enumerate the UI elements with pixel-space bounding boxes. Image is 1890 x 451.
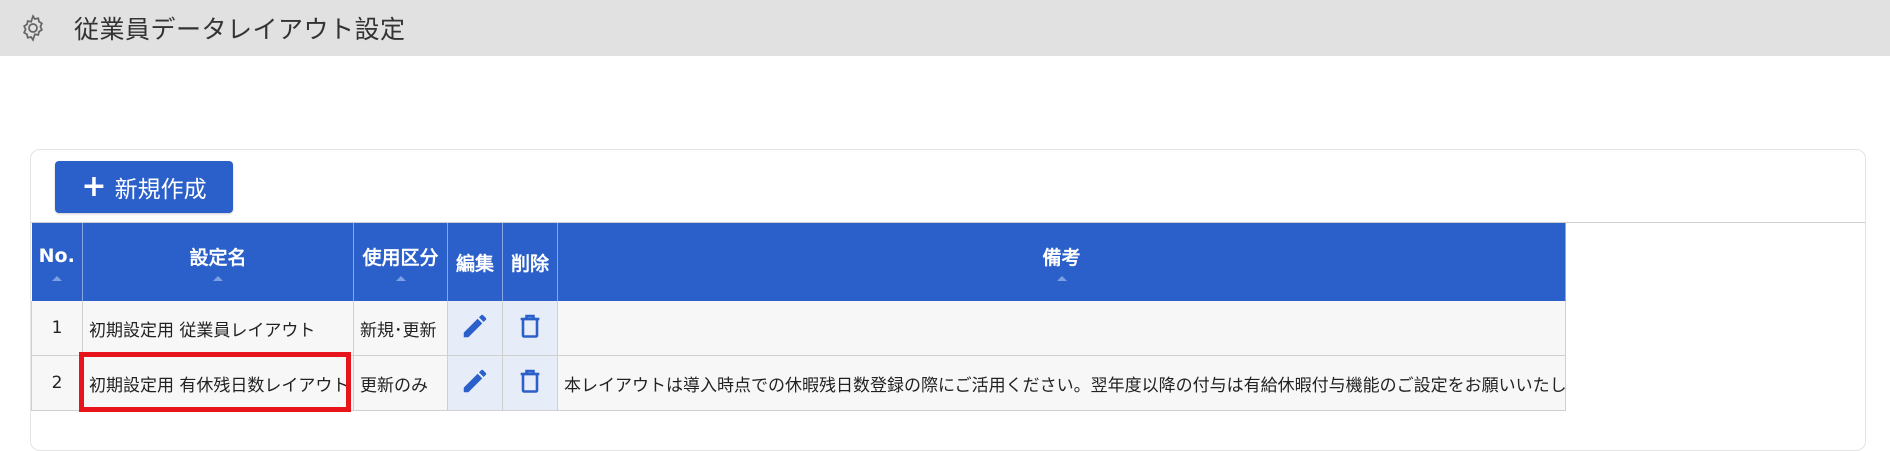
column-header-usage[interactable]: 使用区分 — [353, 223, 448, 301]
row-note: 本レイアウトは導入時点での休暇残日数登録の際にご活用ください。翌年度以降の付与は… — [557, 355, 1566, 411]
row-name: 初期設定用 有休残日数レイアウト — [82, 355, 354, 411]
sort-icon — [395, 276, 406, 281]
plus-icon: + — [81, 169, 107, 204]
table-header-row: No. 設定名 使用区分 編集 削除 備考 — [31, 223, 1566, 301]
pencil-icon[interactable] — [460, 369, 490, 401]
gear-icon[interactable] — [16, 11, 50, 45]
row-no: 2 — [31, 355, 83, 411]
page-title: 従業員データレイアウト設定 — [74, 15, 406, 44]
sort-icon — [1056, 276, 1067, 281]
page-header: 従業員データレイアウト設定 — [0, 0, 1890, 56]
new-layout-button-label: 新規作成 — [114, 177, 207, 203]
table-row: 1 初期設定用 従業員レイアウト 新規･更新 — [31, 301, 1566, 356]
edit-cell — [447, 355, 503, 411]
pencil-icon[interactable] — [460, 314, 490, 346]
table-row: 2 初期設定用 有休残日数レイアウト 更新のみ 本レイアウトは導入時点での休暇残… — [31, 355, 1566, 411]
row-name: 初期設定用 従業員レイアウト — [82, 301, 354, 356]
trash-icon[interactable] — [516, 369, 544, 401]
column-header-delete: 削除 — [502, 223, 558, 301]
edit-cell — [447, 301, 503, 356]
column-header-edit: 編集 — [447, 223, 503, 301]
row-no: 1 — [31, 301, 83, 356]
layout-table: No. 設定名 使用区分 編集 削除 備考 1 初期設定用 従業員レイアウト 新… — [31, 223, 1566, 411]
sort-icon — [51, 276, 62, 281]
row-usage: 新規･更新 — [353, 301, 448, 356]
row-note — [557, 301, 1566, 356]
delete-cell — [502, 301, 558, 356]
column-header-name[interactable]: 設定名 — [82, 223, 354, 301]
column-header-no[interactable]: No. — [31, 223, 83, 301]
row-usage: 更新のみ — [353, 355, 448, 411]
new-layout-button[interactable]: + 新規作成 — [55, 161, 233, 213]
sort-icon — [213, 276, 223, 281]
trash-icon[interactable] — [516, 314, 544, 346]
delete-cell — [502, 355, 558, 411]
column-header-note[interactable]: 備考 — [557, 223, 1566, 301]
